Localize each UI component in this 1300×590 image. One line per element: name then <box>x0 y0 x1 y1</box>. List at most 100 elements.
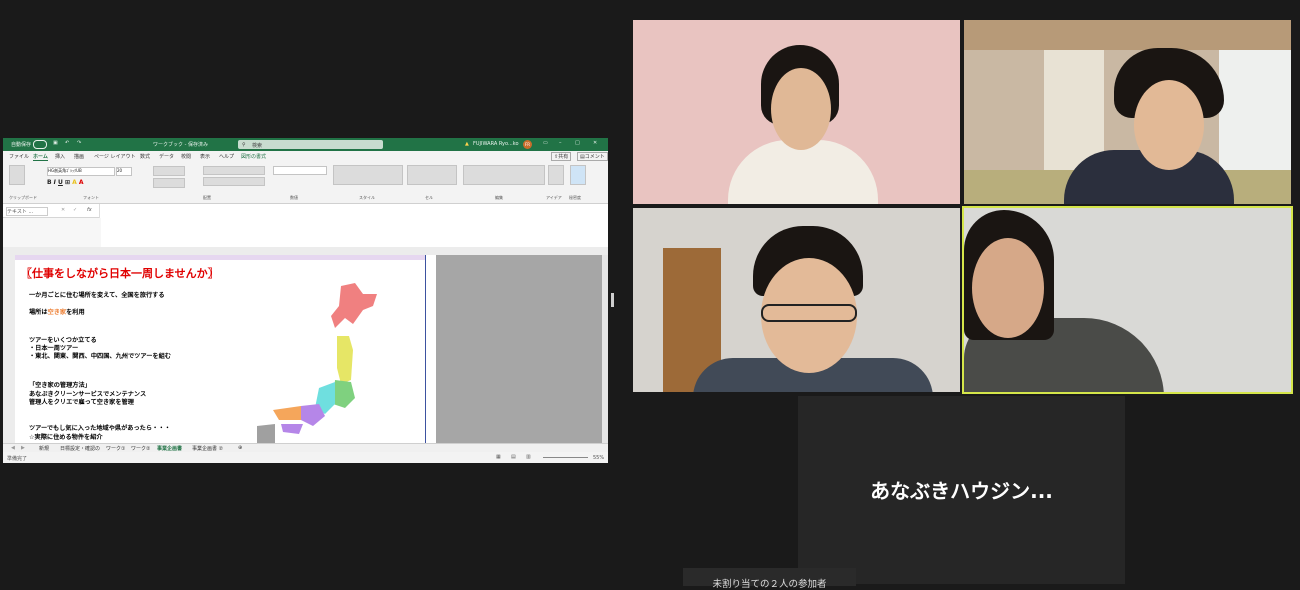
sheet-tab[interactable]: 新規 <box>39 445 49 452</box>
tab-view[interactable]: 表示 <box>200 153 210 160</box>
video-face <box>972 238 1044 338</box>
tab-page-layout[interactable]: ページ レイアウト <box>94 153 136 160</box>
japan-map-image <box>257 283 377 444</box>
ribbon-tabs: ファイル ホーム 挿入 描画 ページ レイアウト 数式 データ 校閲 表示 ヘル… <box>3 151 608 162</box>
status-bar: 準備完了 ▦ ▤ ▥ 55% <box>3 452 608 463</box>
cells-buttons[interactable] <box>407 165 457 185</box>
name-box[interactable]: テキスト ... <box>6 207 48 216</box>
ribbon-group-editing: 編集 <box>495 195 503 200</box>
undo-icon[interactable]: ↶ <box>65 140 69 146</box>
sheet-headline: 〖仕事をしながら日本一周しませんか〗 <box>21 267 219 280</box>
video-wall <box>1044 50 1104 170</box>
vertical-scrollbar[interactable] <box>602 255 608 443</box>
save-icon[interactable]: ▣ <box>53 140 58 146</box>
alignment-buttons[interactable] <box>153 166 185 176</box>
number-format-select[interactable] <box>273 166 327 175</box>
map-kanto <box>333 380 355 408</box>
map-kyushu <box>257 424 275 444</box>
close-icon[interactable]: ✕ <box>593 140 597 146</box>
search-input[interactable]: ⚲ 検索 <box>238 140 383 149</box>
shared-screen: 自動保存 ▣ ↶ ↷ ワークブック - 保存済み ⚲ 検索 ▲ FUJIWARA… <box>3 138 608 463</box>
ribbon-group-cells: セル <box>425 195 433 200</box>
video-face <box>771 68 831 150</box>
tab-formulas[interactable]: 数式 <box>140 153 150 160</box>
sheet-nav-prev-icon[interactable]: ◀ <box>11 445 15 451</box>
ribbon-group-ideas: アイデア <box>546 195 562 200</box>
unassigned-participants-button[interactable]: 未割り当ての２人の参加者 <box>683 568 856 590</box>
maximize-icon[interactable]: □ <box>575 140 580 146</box>
ribbon: HG創英角ｺﾞｼｯｸUB 20 B I U ⊞ A A クリップボード フォント… <box>3 162 608 204</box>
ideas-button[interactable] <box>548 165 564 185</box>
add-sheet-icon[interactable]: ⊕ <box>238 445 242 451</box>
sheet-nav-next-icon[interactable]: ▶ <box>21 445 25 451</box>
editing-buttons[interactable] <box>463 165 545 185</box>
participant-tile-camera-off[interactable]: あなぶきハウジン... <box>798 396 1125 584</box>
sheet-tab-active[interactable]: 事業企画書 <box>157 445 182 452</box>
sheet-tab[interactable]: 日標設定・確認の <box>60 445 100 452</box>
search-icon: ⚲ <box>242 142 246 148</box>
zoom-level: 55% <box>593 455 605 461</box>
gray-sheet-area <box>436 255 602 443</box>
user-avatar[interactable]: FR <box>523 140 532 149</box>
tab-home[interactable]: ホーム <box>33 153 48 161</box>
map-hokkaido <box>331 283 377 328</box>
status-text: 準備完了 <box>7 456 28 462</box>
split-view-handle[interactable] <box>611 293 614 307</box>
video-face <box>1134 80 1204 170</box>
video-ceiling <box>964 20 1291 50</box>
ribbon-group-number: 数値 <box>290 195 298 200</box>
autosave-label: 自動保存 <box>11 142 32 148</box>
fx-icon[interactable]: fx <box>87 207 92 213</box>
normal-view-icon[interactable]: ▦ <box>496 454 501 460</box>
comment-button[interactable]: ▤コメント <box>577 152 608 161</box>
doc-line: 一か月ごとに住む場所を変えて、全国を旅行する <box>29 292 165 299</box>
ribbon-group-clipboard: クリップボード <box>9 195 37 200</box>
cancel-icon[interactable]: ✕ <box>61 207 65 213</box>
participant-video[interactable] <box>633 20 960 204</box>
excel-title-bar: 自動保存 ▣ ↶ ↷ ワークブック - 保存済み ⚲ 検索 ▲ FUJIWARA… <box>3 138 608 151</box>
formula-input[interactable] <box>99 204 608 244</box>
page-break-view-icon[interactable]: ▥ <box>526 454 531 460</box>
ribbon-group-font: フォント <box>83 195 99 200</box>
minimize-icon[interactable]: – <box>559 140 562 146</box>
tab-shape-format[interactable]: 図形の書式 <box>241 153 266 160</box>
tab-draw[interactable]: 描画 <box>74 153 84 160</box>
doc-line: ・東北、関東、関西、中四国、九州でツアーを組む <box>29 353 171 360</box>
autosave-toggle[interactable] <box>33 140 47 149</box>
participant-video-active[interactable] <box>962 206 1293 394</box>
wrap-text-button[interactable] <box>203 166 265 175</box>
font-format-buttons[interactable]: B I U ⊞ A A <box>47 179 84 186</box>
sheet-tab[interactable]: ワーク① <box>106 445 125 452</box>
tab-help[interactable]: ヘルプ <box>219 153 234 160</box>
formula-bar-spacer <box>3 218 101 247</box>
document-title: ワークブック - 保存済み <box>153 142 208 148</box>
tab-insert[interactable]: 挿入 <box>55 153 65 160</box>
enter-icon[interactable]: ✓ <box>73 207 77 213</box>
zoom-slider[interactable] <box>543 457 588 458</box>
doc-line: 「空き家の管理方法」 <box>29 382 91 389</box>
font-name-select[interactable]: HG創英角ｺﾞｼｯｸUB <box>47 167 115 176</box>
ribbon-group-sensitivity: 秘密度 <box>569 195 581 200</box>
share-button[interactable]: ⇪共有 <box>551 152 572 161</box>
indent-buttons[interactable] <box>153 178 185 188</box>
tab-review[interactable]: 校閲 <box>181 153 191 160</box>
page-layout-view-icon[interactable]: ▤ <box>511 454 516 460</box>
doc-line: ツアーでもし気に入った地域や県があったら・・・ <box>29 425 171 432</box>
warning-icon: ▲ <box>465 141 469 147</box>
sheet-tab[interactable]: 事業企画書 ② <box>192 445 223 452</box>
doc-line: 場所は空き家を利用 <box>29 309 85 316</box>
ribbon-display-icon[interactable]: ▭ <box>543 140 548 146</box>
sheet-tab[interactable]: ワーク② <box>131 445 150 452</box>
tab-data[interactable]: データ <box>159 153 174 160</box>
merge-center-button[interactable] <box>203 177 265 186</box>
worksheet[interactable]: 〖仕事をしながら日本一周しませんか〗 一か月ごとに住む場所を変えて、全国を旅行す… <box>15 255 425 444</box>
participant-video[interactable] <box>964 20 1291 204</box>
ribbon-group-alignment: 配置 <box>203 195 211 200</box>
paste-button[interactable] <box>9 165 25 185</box>
styles-buttons[interactable] <box>333 165 403 185</box>
sensitivity-button[interactable] <box>570 165 586 185</box>
font-size-select[interactable]: 20 <box>116 167 132 176</box>
redo-icon[interactable]: ↷ <box>77 140 81 146</box>
participant-video[interactable] <box>633 208 960 392</box>
tab-file[interactable]: ファイル <box>9 153 29 160</box>
